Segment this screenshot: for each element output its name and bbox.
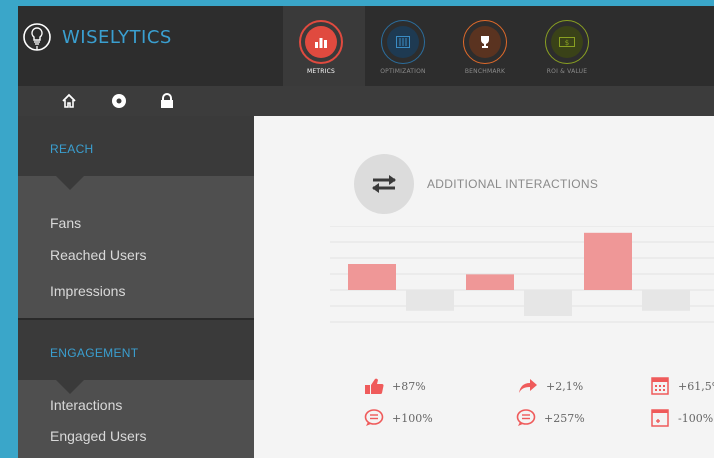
stat-likes: +87% [364, 376, 426, 396]
sidebar: REACH Fans Reached Users Impressions ENG… [18, 116, 254, 458]
stat-value: +257% [544, 411, 585, 425]
sidebar-item-engaged-users[interactable]: Engaged Users [50, 428, 147, 444]
add-page-icon [650, 408, 670, 428]
tab-optimization[interactable]: OPTIMIZATION [365, 6, 447, 86]
stat-shares: +2,1% [518, 376, 583, 396]
home-icon[interactable] [60, 92, 78, 110]
tab-metrics-ring [299, 20, 343, 64]
lightbulb-logo-icon [23, 23, 51, 51]
money-icon: $ [559, 37, 575, 47]
bar-chart-icon [315, 38, 327, 48]
stat-calculator: +61,5% [650, 376, 714, 396]
top-bar: WISELYTICS METRICS OPTIMIZATION BENCHMAR… [18, 6, 714, 86]
chart-bar-positive [348, 264, 396, 290]
tab-optimization-label: OPTIMIZATION [380, 68, 426, 75]
stat-value: +100% [392, 411, 433, 425]
chart-bar-negative [524, 290, 572, 316]
sidebar-section-reach[interactable]: REACH [18, 116, 254, 176]
stat-replies: +257% [516, 408, 585, 428]
tab-metrics[interactable]: METRICS [283, 6, 365, 86]
swap-arrows-icon [354, 154, 414, 214]
stat-value: -100% [678, 411, 714, 425]
chart-bar-negative [406, 290, 454, 311]
chart-bar-negative [642, 290, 690, 311]
tab-metrics-label: METRICS [307, 68, 335, 75]
tab-optimization-ring [381, 20, 425, 64]
main-content: ADDITIONAL INTERACTIONS +87% +2,1% +61,5… [254, 116, 714, 458]
stat-value: +2,1% [546, 379, 584, 393]
section-pointer-arrow [56, 176, 84, 190]
tab-benchmark-label: BENCHMARK [464, 68, 506, 75]
settings-icon[interactable] [110, 92, 128, 110]
section-title-reach: REACH [50, 142, 94, 156]
sidebar-item-interactions[interactable]: Interactions [50, 397, 122, 413]
tab-roi-value[interactable]: $ ROI & VALUE [529, 6, 611, 86]
panel-title: ADDITIONAL INTERACTIONS [427, 177, 599, 191]
chart-bar-positive [584, 232, 632, 290]
stat-value: +87% [392, 379, 426, 393]
tab-benchmark-ring [463, 20, 507, 64]
sub-bar [18, 86, 714, 116]
tab-benchmark[interactable]: BENCHMARK [447, 6, 529, 86]
share-arrow-icon [518, 376, 538, 396]
tab-roi-value-label: ROI & VALUE [546, 68, 588, 75]
thumbs-up-icon [364, 376, 384, 396]
section-pointer-arrow [56, 380, 84, 394]
chart-bar-positive [466, 274, 514, 290]
sidebar-item-impressions[interactable]: Impressions [50, 283, 125, 299]
sidebar-section-engagement[interactable]: ENGAGEMENT [18, 320, 254, 380]
comment-icon [516, 408, 536, 428]
section-title-engagement: ENGAGEMENT [50, 346, 139, 360]
sidebar-item-fans[interactable]: Fans [50, 215, 81, 231]
sidebar-item-reached-users[interactable]: Reached Users [50, 247, 147, 263]
comment-icon [364, 408, 384, 428]
sliders-icon [396, 36, 410, 48]
interactions-chart [330, 226, 714, 323]
lock-icon[interactable] [158, 92, 176, 110]
stat-pages: -100% [650, 408, 713, 428]
stat-comments: +100% [364, 408, 433, 428]
calculator-icon [650, 376, 670, 396]
brand-name: WISELYTICS [62, 26, 172, 48]
trophy-icon [481, 36, 489, 48]
main-tabs: METRICS OPTIMIZATION BENCHMARK $ ROI & V… [283, 6, 611, 86]
tab-roi-value-ring: $ [545, 20, 589, 64]
stat-value: +61,5% [678, 379, 714, 393]
app-window: WISELYTICS METRICS OPTIMIZATION BENCHMAR… [18, 6, 714, 458]
svg-text:$: $ [565, 39, 569, 47]
brand[interactable]: WISELYTICS [22, 22, 172, 52]
